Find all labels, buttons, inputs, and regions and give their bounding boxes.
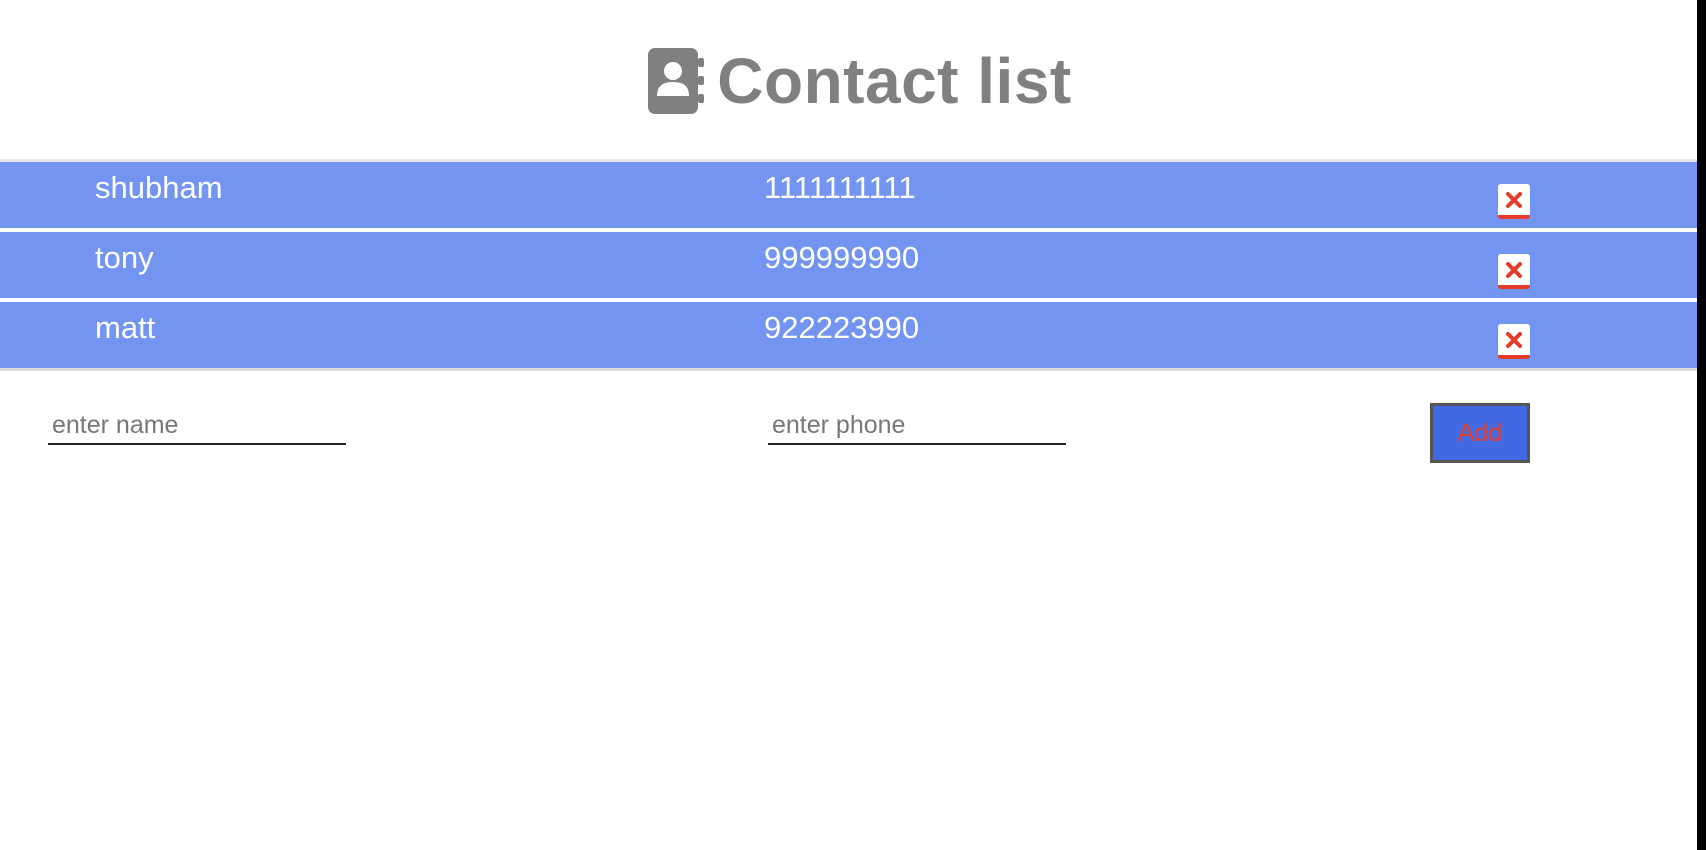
contact-name: shubham [95,170,223,205]
contact-phone: 999999990 [764,240,920,275]
page-header: Contact list [0,46,1697,116]
delete-contact-button[interactable] [1498,184,1530,219]
contact-phone: 922223990 [764,310,920,345]
name-input[interactable] [48,407,346,445]
delete-contact-button[interactable] [1498,324,1530,359]
close-icon [1506,331,1522,348]
add-contact-form: Add [0,395,1697,465]
contact-row: shubham 1111111111 [0,162,1697,228]
window-edge [1697,0,1706,850]
contact-row: tony 999999990 [0,232,1697,298]
contact-name: matt [95,310,156,345]
address-book-icon [645,48,707,114]
delete-contact-button[interactable] [1498,254,1530,289]
add-button[interactable]: Add [1430,403,1530,463]
contact-row: matt 922223990 [0,302,1697,368]
contact-app: Contact list shubham 1111111111 tony 999… [0,0,1697,850]
page-title: Contact list [717,45,1072,117]
contact-phone: 1111111111 [764,170,916,205]
close-icon [1506,191,1522,208]
close-icon [1506,261,1522,278]
contact-list: shubham 1111111111 tony 999999990 matt 9… [0,159,1697,371]
contact-name: tony [95,240,154,275]
phone-input[interactable] [768,407,1066,445]
